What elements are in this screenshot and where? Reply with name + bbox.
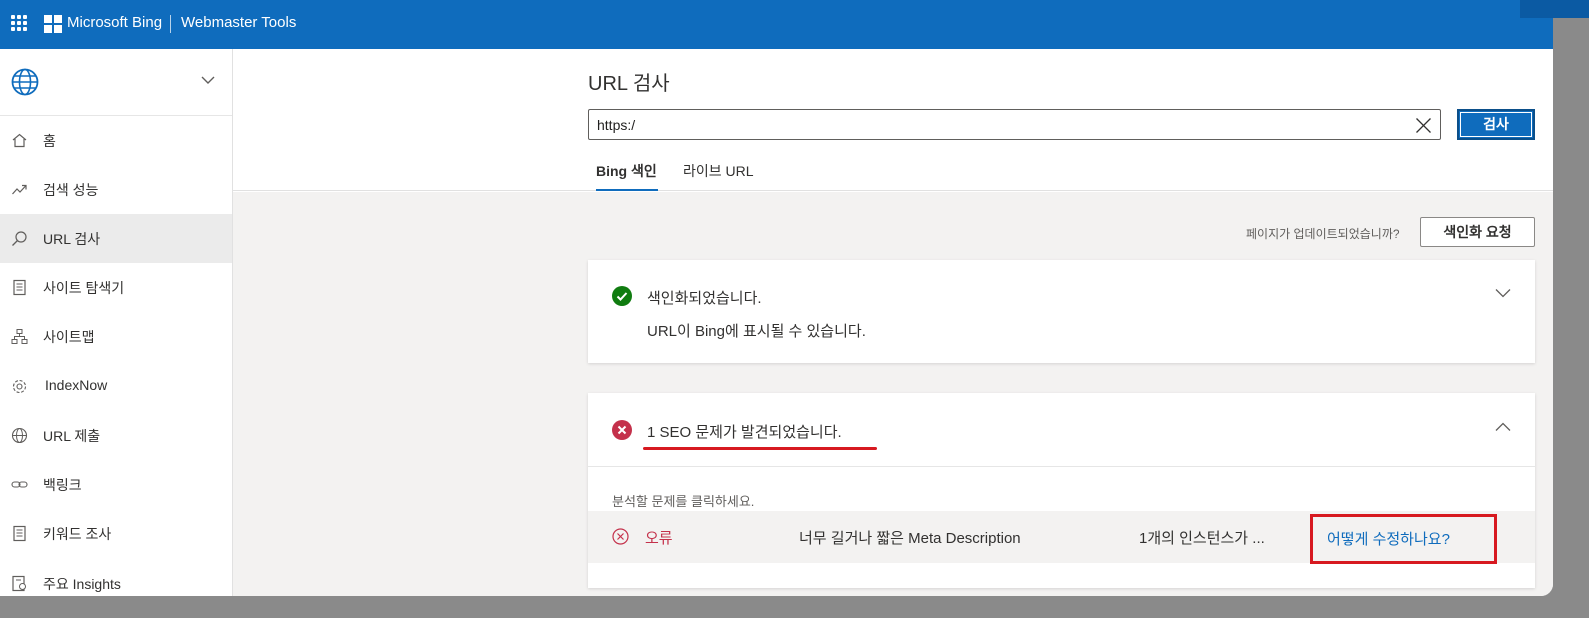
sidebar-item-label: IndexNow	[45, 377, 108, 393]
how-to-fix-link[interactable]: 어떻게 수정하나요?	[1327, 528, 1450, 549]
chevron-down-icon[interactable]	[201, 75, 215, 85]
main-content: 페이지가 업데이트되었습니까? 색인화 요청 색인화되었습니다. URL이 Bi…	[233, 192, 1553, 596]
gear-icon	[12, 379, 27, 394]
site-selector[interactable]	[0, 49, 232, 116]
sidebar-item-keyword-research[interactable]: 키워드 조사	[0, 509, 232, 558]
product-name[interactable]: Webmaster Tools	[181, 14, 296, 31]
insights-icon	[12, 575, 26, 592]
sidebar-item-label: URL 검사	[43, 231, 101, 247]
indexed-title: 색인화되었습니다.	[647, 290, 762, 307]
error-circle-icon	[612, 420, 632, 440]
active-tab-indicator	[596, 189, 658, 191]
severity-label: 오류	[645, 530, 673, 547]
chevron-up-icon[interactable]	[1495, 422, 1511, 432]
globe-icon	[11, 68, 39, 96]
sidebar-item-label: URL 제출	[43, 428, 101, 444]
annotation-underline	[643, 447, 877, 450]
error-outline-icon	[612, 528, 629, 545]
globe-icon	[11, 427, 28, 444]
app-launcher-icon[interactable]	[11, 15, 27, 31]
home-icon	[12, 133, 27, 148]
sidebar-item-search-performance[interactable]: 검색 성능	[0, 165, 232, 214]
app-window: Microsoft Bing Webmaster Tools 홈 검색 성능 U…	[0, 0, 1553, 596]
brand-name[interactable]: Microsoft Bing	[67, 14, 162, 31]
sidebar-item-label: 사이트 탐색기	[43, 280, 125, 296]
sidebar-item-submit-urls[interactable]: URL 제출	[0, 411, 232, 460]
url-input-box[interactable]	[588, 109, 1441, 140]
sidebar-item-label: 홈	[43, 133, 56, 149]
annotation-highlight-box: 어떻게 수정하나요?	[1310, 514, 1497, 564]
main-header: URL 검사 검사 Bing 색인 라이브 URL	[233, 49, 1553, 191]
microsoft-logo-icon	[44, 15, 62, 33]
sidebar-item-insights[interactable]: 주요 Insights	[0, 559, 232, 596]
search-icon	[12, 231, 27, 246]
trending-icon	[12, 184, 27, 195]
tab-live-url[interactable]: 라이브 URL	[683, 161, 754, 181]
table-row[interactable]: 오류 너무 길거나 짧은 Meta Description 1개의 인스턴스가 …	[588, 511, 1535, 564]
sidebar-item-site-explorer[interactable]: 사이트 탐색기	[0, 263, 232, 312]
sitemap-icon	[11, 329, 28, 344]
sidebar-item-label: 검색 성능	[43, 182, 99, 198]
issue-count: 1개의 인스턴스가 ...	[1139, 530, 1265, 547]
close-icon[interactable]	[1415, 117, 1432, 134]
seo-issues-title: 1 SEO 문제가 발견되었습니다.	[647, 424, 842, 441]
sidebar-item-home[interactable]: 홈	[0, 116, 232, 165]
link-icon	[11, 481, 28, 488]
sidebar-item-sitemaps[interactable]: 사이트맵	[0, 312, 232, 361]
window-edge	[1520, 0, 1589, 18]
update-question: 페이지가 업데이트되었습니까?	[1246, 227, 1400, 241]
chevron-down-icon[interactable]	[1495, 288, 1511, 298]
sidebar-item-label: 키워드 조사	[43, 526, 112, 542]
request-indexing-button[interactable]: 색인화 요청	[1420, 217, 1535, 247]
inspect-button[interactable]: 검사	[1457, 109, 1535, 140]
issue-hint: 분석할 문제를 클릭하세요.	[612, 494, 755, 509]
sidebar-item-label: 주요 Insights	[43, 576, 121, 592]
sidebar-item-url-inspection[interactable]: URL 검사	[0, 214, 232, 263]
top-bar: Microsoft Bing Webmaster Tools	[0, 0, 1553, 49]
sidebar-item-label: 사이트맵	[43, 329, 95, 345]
sidebar-item-label: 백링크	[43, 477, 82, 493]
document-icon	[13, 279, 26, 296]
indexed-status-card[interactable]: 색인화되었습니다. URL이 Bing에 표시될 수 있습니다.	[588, 260, 1535, 363]
sidebar-item-backlinks[interactable]: 백링크	[0, 460, 232, 509]
tab-bing-index[interactable]: Bing 색인	[596, 161, 657, 181]
brand-divider	[170, 15, 171, 33]
url-input[interactable]	[597, 115, 1407, 135]
card-divider	[588, 466, 1535, 467]
sidebar-item-indexnow[interactable]: IndexNow	[0, 362, 232, 411]
check-circle-icon	[612, 286, 632, 306]
indexed-subtitle: URL이 Bing에 표시될 수 있습니다.	[647, 323, 866, 340]
sidebar: 홈 검색 성능 URL 검사 사이트 탐색기 사이트맵 IndexNow URL…	[0, 49, 233, 596]
page-title: URL 검사	[588, 73, 670, 95]
document-icon	[13, 525, 26, 542]
seo-issues-card: 1 SEO 문제가 발견되었습니다. 분석할 문제를 클릭하세요. 오류 너무 …	[588, 393, 1535, 588]
issue-name: 너무 길거나 짧은 Meta Description	[799, 530, 1021, 547]
